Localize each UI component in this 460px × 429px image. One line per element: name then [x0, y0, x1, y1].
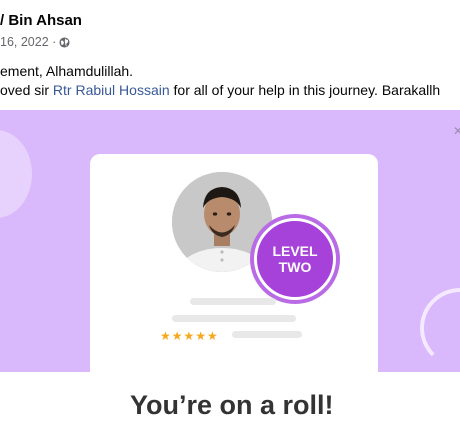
mention-link[interactable]: Rtr Rabiul Hossain: [53, 82, 170, 98]
post-header: / Bin Ahsan 16, 2022 · ement, Alhamdulil…: [0, 0, 460, 110]
placeholder-bar: [190, 298, 276, 305]
headline: You’re on a roll!: [130, 390, 334, 420]
decorative-arc: [403, 271, 460, 372]
level-badge-line-1: LEVEL: [272, 243, 318, 259]
placeholder-bar: [232, 331, 302, 338]
post-text-after-mention: for all of your help in this journey. Ba…: [169, 82, 441, 98]
level-badge-line-2: TWO: [278, 259, 312, 275]
post-date[interactable]: 16, 2022 ·: [0, 35, 56, 49]
post-text-line-1: ement, Alhamdulillah.: [0, 63, 134, 79]
post-text-before-mention: oved sir: [0, 82, 53, 98]
rating-stars: ★★★★★: [160, 329, 219, 343]
level-badge: LEVEL TWO: [254, 218, 336, 300]
achievement-card: LEVEL TWO ★★★★★: [90, 154, 378, 372]
globe-icon[interactable]: [59, 36, 70, 48]
achievement-banner[interactable]: ✕ LEVEL TWO ★★★★★: [0, 110, 460, 372]
placeholder-bar: [172, 315, 296, 322]
post-meta: 16, 2022 ·: [0, 35, 70, 49]
post-author[interactable]: / Bin Ahsan: [0, 12, 82, 29]
banner-caption: You’re on a roll!: [0, 372, 460, 429]
close-icon[interactable]: ✕: [453, 124, 460, 138]
post-text-line-2: oved sir Rtr Rabiul Hossain for all of y…: [0, 82, 440, 98]
decorative-circle: [0, 130, 32, 218]
